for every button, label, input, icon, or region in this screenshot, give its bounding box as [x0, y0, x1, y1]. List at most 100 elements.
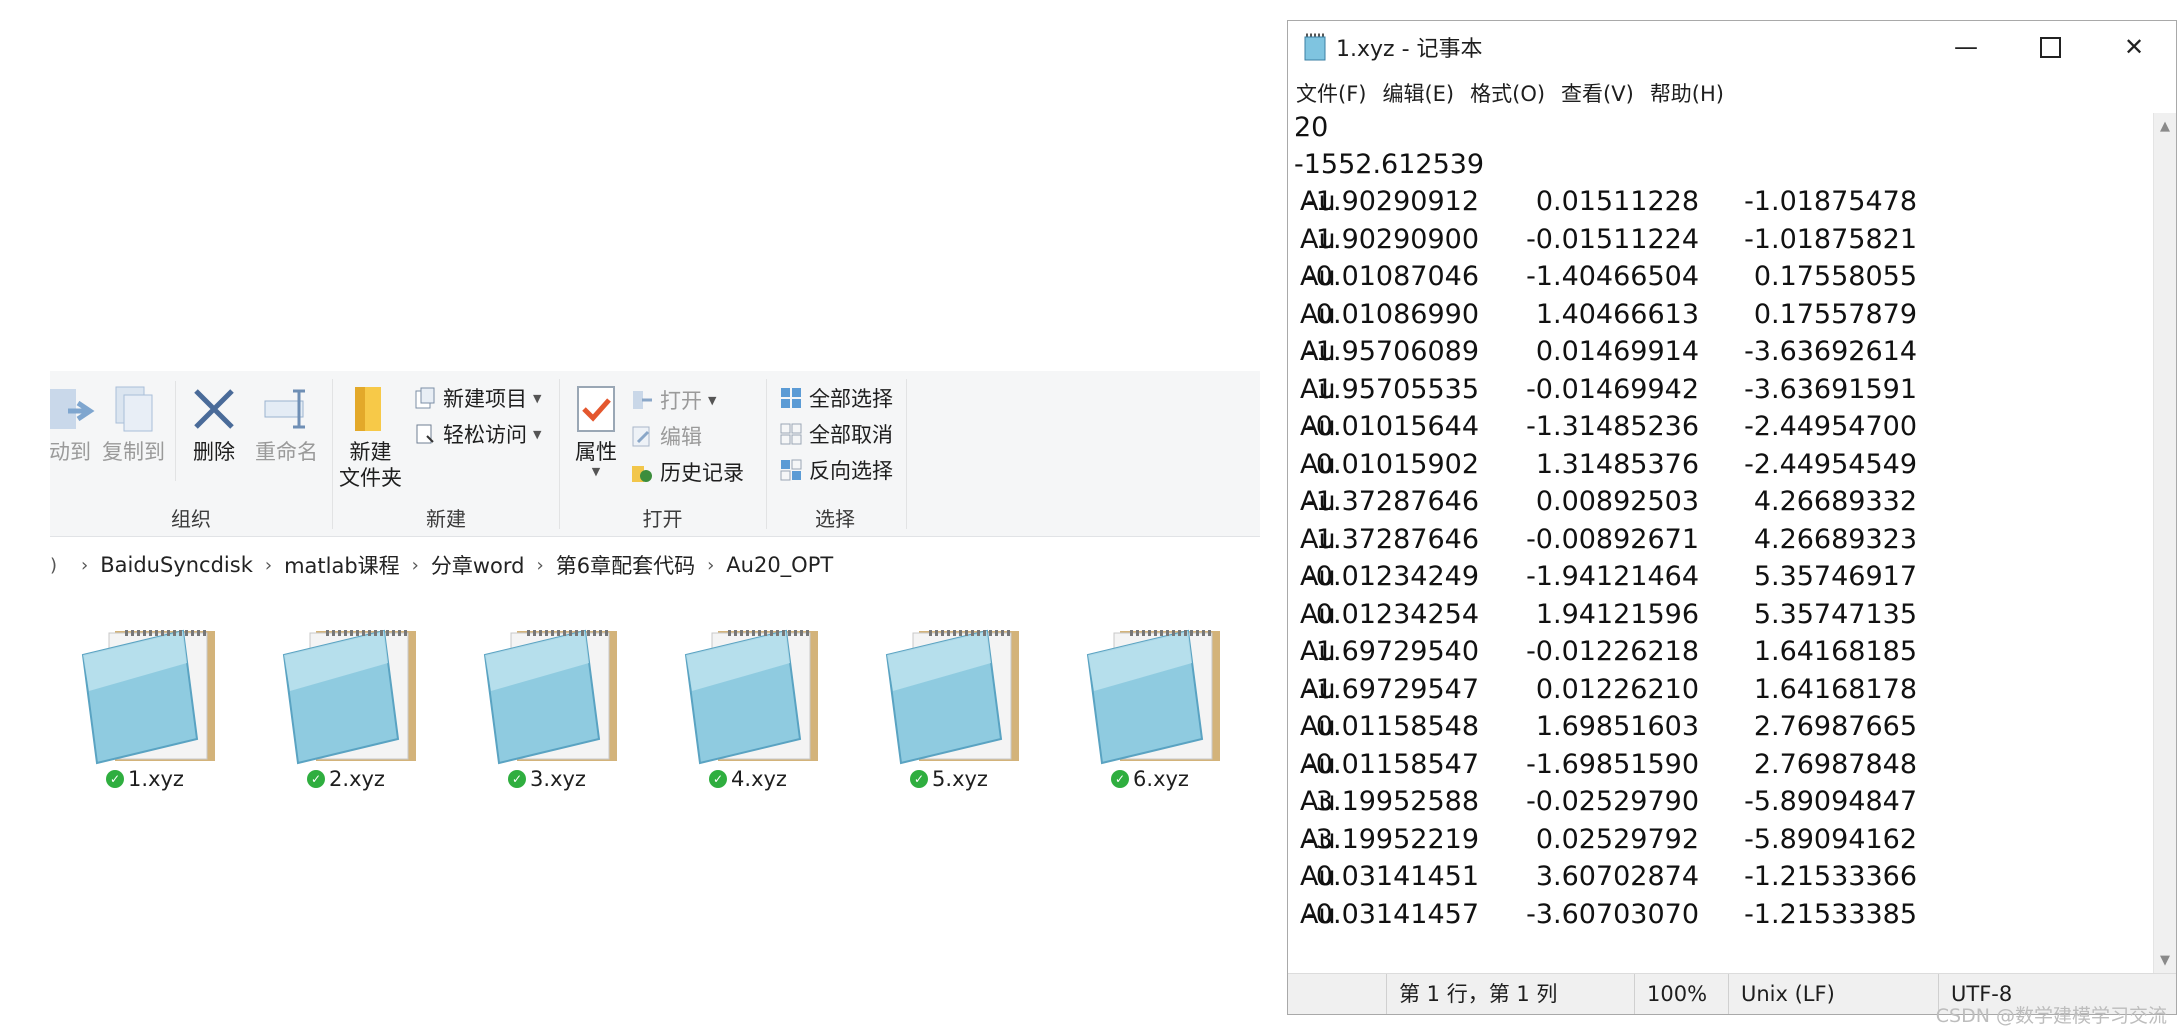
file-item[interactable]: ✓ 1.xyz [55, 615, 235, 795]
menu-file[interactable]: 文件(F) [1296, 78, 1366, 108]
organize-group-title: 组织 [171, 507, 211, 531]
atom-coordinate: -1.94121464 [1526, 561, 1699, 592]
atom-coordinate: 0.00892503 [1535, 486, 1699, 517]
close-icon: ✕ [2123, 33, 2145, 61]
chevron-right-icon: › [264, 554, 273, 576]
menu-format[interactable]: 格式(O) [1470, 78, 1545, 108]
properties-button[interactable]: 属性 ▼ [570, 383, 622, 479]
move-to-icon [50, 383, 96, 435]
atom-coordinate: -0.01087046 [1306, 261, 1479, 292]
atom-coordinate: 0.02529792 [1535, 823, 1699, 855]
move-to-button[interactable]: 动到 [50, 383, 96, 465]
atom-coordinate: 0.01234254 [1315, 598, 1479, 630]
atom-coordinate: -2.44954700 [1744, 411, 1917, 442]
minimize-icon: — [1954, 33, 1978, 61]
atom-coordinate: 0.01226210 [1535, 673, 1699, 705]
menu-edit[interactable]: 编辑(E) [1382, 78, 1454, 108]
address-bar[interactable]: ) › BaiduSyncdisk › matlab课程 › 分章word › … [50, 548, 1260, 582]
invert-selection-button[interactable]: 反向选择 [779, 455, 893, 485]
properties-checkmark-icon [570, 383, 622, 435]
select-all-button[interactable]: 全部选择 [779, 383, 893, 413]
atom-coordinate: -1.01875821 [1744, 223, 1917, 255]
atom-coordinate: -1.40466504 [1526, 261, 1699, 292]
file-item[interactable]: ✓ 5.xyz [859, 615, 1039, 795]
atom-coordinate: -1.37287646 [1306, 486, 1479, 517]
file-name: 2.xyz [329, 767, 385, 791]
breadcrumb-item[interactable]: 分章word [431, 550, 525, 580]
menu-help[interactable]: 帮助(H) [1650, 78, 1724, 108]
ribbon-divider [906, 379, 907, 529]
breadcrumb-item[interactable]: Au20_OPT [726, 553, 833, 577]
maximize-button[interactable] [2008, 21, 2092, 73]
atom-coordinate: 5.35747135 [1753, 598, 1917, 630]
menu-view[interactable]: 查看(V) [1561, 78, 1634, 108]
minimize-button[interactable]: — [1924, 21, 2008, 73]
atom-coordinate: 2.76987665 [1753, 711, 1917, 742]
atom-coordinate: -3.60703070 [1526, 898, 1699, 930]
atom-coordinate: 1.95705535 [1315, 373, 1479, 405]
history-button[interactable]: 历史记录 [630, 457, 744, 487]
breadcrumb-item[interactable]: BaiduSyncdisk [100, 553, 253, 577]
open-group-title: 打开 [642, 507, 683, 531]
explorer-ribbon: 动到 复制到 删除 重命名 组织 新建 文件夹 新建项目 ▼ 轻松访问 ▼ 新建… [50, 371, 1260, 537]
text-line-atom: Au 0.01015902 1.31485376 -2.44954549 [1294, 446, 1994, 483]
status-cursor-position: 第 1 行，第 1 列 [1386, 974, 1633, 1014]
edit-button[interactable]: 编辑 [630, 421, 702, 451]
file-item[interactable]: ✓ 2.xyz [256, 615, 436, 795]
notepad-file-icon [477, 621, 627, 769]
chevron-right-icon: › [536, 554, 544, 576]
file-item[interactable]: ✓ 4.xyz [658, 615, 838, 795]
vertical-scrollbar[interactable]: ▲ ▼ [2153, 113, 2176, 974]
atom-coordinate: -1.69729547 [1306, 673, 1479, 705]
atom-coordinate: -0.01511224 [1526, 223, 1699, 255]
select-none-button[interactable]: 全部取消 [779, 419, 893, 449]
new-group-title: 新建 [426, 507, 466, 531]
properties-label: 属性 [575, 440, 617, 464]
breadcrumb-item[interactable]: 第6章配套代码 [556, 550, 695, 580]
ribbon-divider [175, 381, 176, 481]
copy-to-button[interactable]: 复制到 [102, 383, 165, 465]
atom-coordinate: -1.21533385 [1744, 898, 1917, 930]
atom-coordinate: 1.37287646 [1315, 523, 1479, 555]
new-folder-icon [345, 383, 397, 435]
status-zoom: 100% [1634, 974, 1727, 1014]
notepad-file-icon [276, 621, 426, 769]
atom-coordinate: -0.01158547 [1306, 748, 1479, 780]
scroll-down-icon[interactable]: ▼ [2154, 953, 2176, 968]
atom-coordinate: 5.35746917 [1753, 561, 1917, 592]
delete-button[interactable]: 删除 [188, 383, 240, 465]
open-button[interactable]: 打开 ▼ [630, 385, 716, 415]
text-line-atom: Au 0.01234254 1.94121596 5.35747135 [1294, 596, 1994, 633]
ribbon-group-organize: 动到 复制到 删除 重命名 组织 [50, 371, 332, 536]
atom-coordinate: 1.64168185 [1753, 636, 1917, 667]
atom-coordinate: 4.26689323 [1753, 523, 1917, 555]
text-line-atom: Au 1.90290900 -0.01511224 -1.01875821 [1294, 221, 1994, 258]
text-line-atom: Au -1.90290912 0.01511228 -1.01875478 [1294, 183, 1994, 220]
atom-coordinate: 0.01015902 [1315, 448, 1479, 480]
notepad-titlebar[interactable]: 1.xyz - 记事本 — ✕ [1288, 21, 2176, 73]
close-button[interactable]: ✕ [2092, 21, 2176, 73]
new-item-button[interactable]: 新建项目 ▼ [413, 383, 541, 413]
text-line-atom: Au 1.69729540 -0.01226218 1.64168185 [1294, 633, 1994, 670]
atom-coordinate: -1.69851590 [1526, 748, 1699, 780]
file-item[interactable]: ✓ 3.xyz [457, 615, 637, 795]
notepad-text-area[interactable]: 20 -1552.612539 Au -1.90290912 0.01511228-… [1288, 109, 2154, 974]
file-item[interactable]: ✓ 6.xyz [1060, 615, 1240, 795]
new-item-icon [413, 386, 437, 410]
rename-button[interactable]: 重命名 [255, 383, 318, 465]
notepad-app-icon [1302, 33, 1328, 61]
atom-coordinate: 1.40466613 [1535, 298, 1699, 330]
atom-coordinate: -0.01469942 [1526, 373, 1699, 405]
text-line-atom: Au -0.01158547 -1.69851590 2.76987848 [1294, 746, 1994, 783]
new-item-label: 新建项目 [443, 387, 527, 411]
notepad-title: 1.xyz - 记事本 [1336, 37, 1483, 62]
file-name-row: ✓ 6.xyz [1060, 767, 1240, 791]
easy-access-button[interactable]: 轻松访问 ▼ [413, 419, 541, 449]
new-folder-button[interactable]: 新建 文件夹 [339, 383, 402, 492]
breadcrumb-item[interactable]: matlab课程 [284, 550, 400, 580]
scroll-up-icon[interactable]: ▲ [2154, 119, 2176, 134]
atom-coordinate: -0.00892671 [1526, 523, 1699, 555]
rename-icon [261, 383, 313, 435]
text-line-atom: Au 1.37287646 -0.00892671 4.26689323 [1294, 521, 1994, 558]
atom-coordinate: 1.31485376 [1535, 448, 1699, 480]
